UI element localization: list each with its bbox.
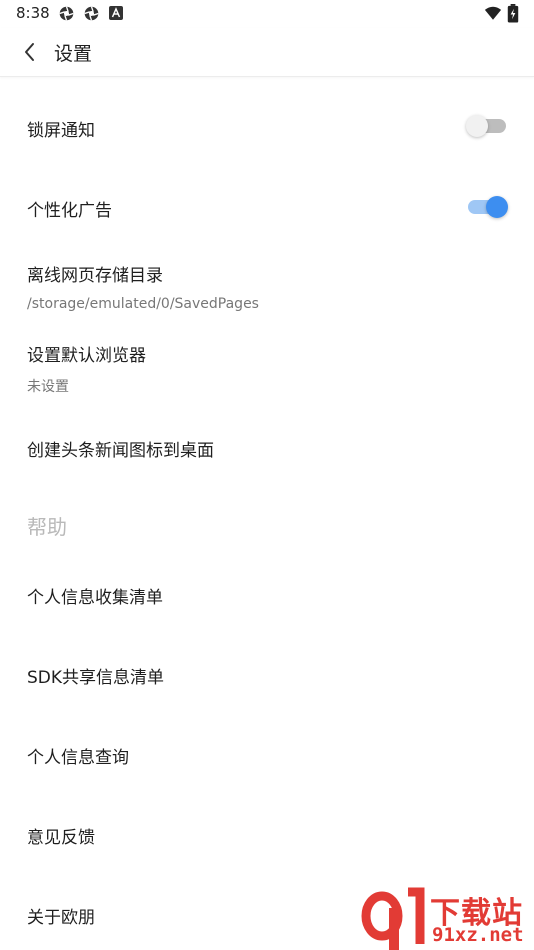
back-button[interactable] xyxy=(14,36,46,68)
toggle-thumb xyxy=(486,196,508,218)
status-bar: 8:38 xyxy=(0,0,534,28)
help-item-personal-info-list[interactable]: 个人信息收集清单 xyxy=(0,558,534,630)
setting-personalized-ads[interactable]: 个性化广告 xyxy=(0,172,534,244)
help-item-title: 个人信息收集清单 xyxy=(27,588,163,608)
help-item-personal-info-query[interactable]: 个人信息查询 xyxy=(0,718,534,790)
setting-lock-screen-notification[interactable]: 锁屏通知 xyxy=(0,92,534,164)
page-title: 设置 xyxy=(54,43,93,65)
help-item-title: SDK共享信息清单 xyxy=(27,668,165,688)
setting-title: 离线网页存储目录 xyxy=(27,266,163,286)
setting-title: 设置默认浏览器 xyxy=(27,346,146,366)
setting-offline-storage-directory[interactable]: 离线网页存储目录 /storage/emulated/0/SavedPages xyxy=(0,250,534,326)
watermark: 下载站 91xz.net xyxy=(360,886,534,950)
status-time: 8:38 xyxy=(16,4,50,22)
help-item-feedback[interactable]: 意见反馈 xyxy=(0,798,534,870)
chevron-left-icon xyxy=(25,43,34,61)
wifi-icon xyxy=(484,6,502,20)
help-item-title: 关于欧朋 xyxy=(27,908,95,928)
lock-screen-notification-toggle[interactable] xyxy=(466,114,508,138)
setting-create-shortcut[interactable]: 创建头条新闻图标到桌面 xyxy=(0,412,534,484)
setting-title: 锁屏通知 xyxy=(27,121,95,141)
setting-subtitle: /storage/emulated/0/SavedPages xyxy=(27,296,259,312)
watermark-logo-icon xyxy=(361,887,425,950)
battery-charging-icon xyxy=(507,4,519,23)
setting-default-browser[interactable]: 设置默认浏览器 未设置 xyxy=(0,330,534,406)
app-bar: 设置 xyxy=(0,28,534,77)
aperture-icon xyxy=(84,6,99,21)
aperture-icon xyxy=(59,6,74,21)
setting-title: 创建头条新闻图标到桌面 xyxy=(27,441,214,461)
help-item-title: 意见反馈 xyxy=(27,828,95,848)
help-item-sdk-shared-info[interactable]: SDK共享信息清单 xyxy=(0,638,534,710)
help-item-title: 个人信息查询 xyxy=(27,748,129,768)
watermark-url: 91xz.net xyxy=(432,924,524,946)
personalized-ads-toggle[interactable] xyxy=(466,195,508,219)
setting-title: 个性化广告 xyxy=(27,201,112,221)
setting-subtitle: 未设置 xyxy=(27,379,69,395)
section-header-help: 帮助 xyxy=(27,515,67,539)
toggle-thumb xyxy=(466,115,488,137)
notification-a-icon xyxy=(109,6,123,20)
